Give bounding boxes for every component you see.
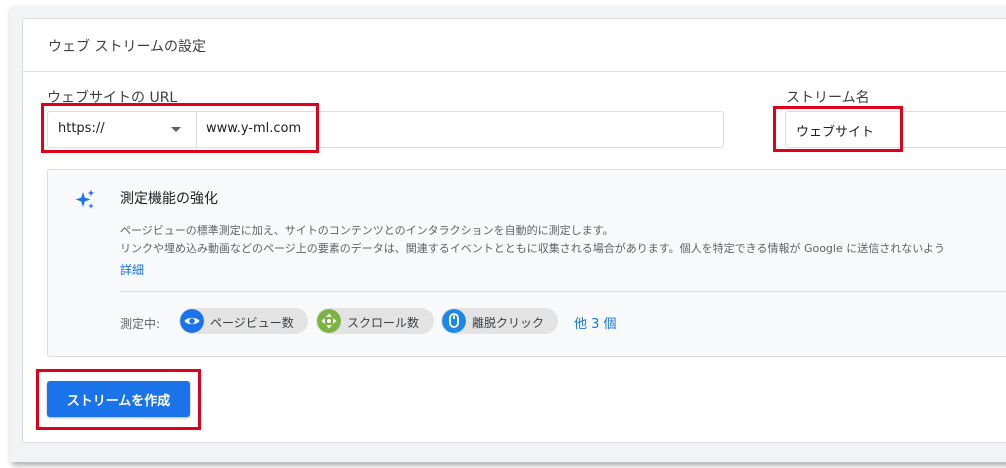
enhanced-measurement-description-1: ページビューの標準測定に加え、サイトのコンテンツとのインタラクションを自動的に測… <box>120 224 614 237</box>
chip-outbound-clicks: 離脱クリック <box>441 308 558 334</box>
enhanced-measurement-panel: 測定機能の強化 ページビューの標準測定に加え、サイトのコンテンツとのインタラクシ… <box>47 169 1006 357</box>
eye-icon <box>180 309 204 333</box>
enhanced-measurement-title: 測定機能の強化 <box>120 191 218 207</box>
divider <box>120 291 1006 292</box>
card-header: ウェブ ストリームの設定 <box>23 19 1006 72</box>
chip-label: 離脱クリック <box>472 316 545 330</box>
card-title: ウェブ ストリームの設定 <box>48 39 207 55</box>
detail-link[interactable]: 詳細 <box>120 261 144 278</box>
more-events-link[interactable]: 他 3 個 <box>574 313 617 332</box>
sparkle-icon <box>75 189 95 209</box>
scroll-icon <box>317 309 341 333</box>
highlight-stream-name-box <box>773 106 903 152</box>
chip-scrolls: スクロール数 <box>316 308 434 334</box>
highlight-url-box <box>41 103 319 153</box>
chip-page-views: ページビュー数 <box>179 308 308 334</box>
chip-label: スクロール数 <box>347 316 420 330</box>
highlight-create-button-box <box>36 369 201 430</box>
chip-label: ページビュー数 <box>210 316 294 330</box>
measuring-label: 測定中: <box>120 317 161 331</box>
enhanced-measurement-description-2: リンクや埋め込み動画などのページ上の要素のデータは、関連するイベントとともに収集… <box>120 242 946 255</box>
stream-name-label: ストリーム名 <box>786 90 870 106</box>
mouse-icon <box>442 309 466 333</box>
